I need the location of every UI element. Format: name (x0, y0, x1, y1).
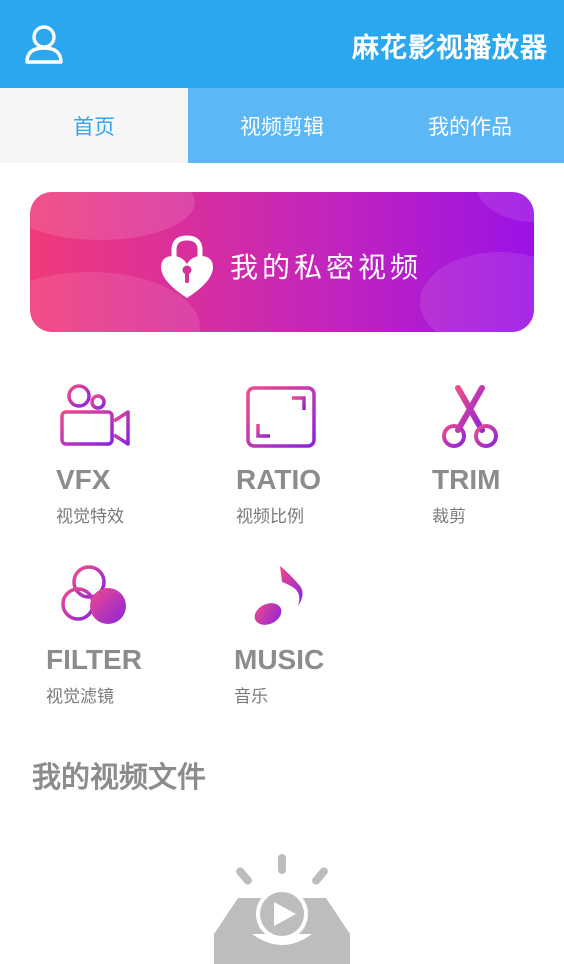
app-header: 麻花影视播放器 (0, 0, 564, 88)
color-filter-icon (61, 565, 126, 624)
tool-filter[interactable]: FILTER 视觉滤镜 (40, 560, 180, 710)
tool-filter-subtitle: 视觉滤镜 (46, 687, 114, 707)
empty-video-tray-icon (214, 854, 350, 964)
tool-ratio-title: RATIO (236, 464, 322, 495)
music-note-icon (254, 566, 303, 625)
app-title: 麻花影视播放器 (352, 33, 548, 64)
video-camera-icon (60, 384, 130, 446)
user-icon[interactable] (22, 22, 66, 66)
banner-label: 我的私密视频 (230, 251, 423, 284)
tool-vfx-title: VFX (56, 464, 111, 495)
tool-music-title: MUSIC (234, 644, 325, 675)
tool-trim-subtitle: 裁剪 (432, 507, 466, 527)
crop-frame-icon (246, 386, 316, 448)
tab-bar: 首页 视频剪辑 我的作品 (0, 88, 564, 163)
tab-video-edit[interactable]: 视频剪辑 (188, 88, 376, 163)
tab-my-works[interactable]: 我的作品 (376, 88, 564, 163)
tool-vfx[interactable]: VFX 视觉特效 (50, 380, 170, 530)
heart-lock-icon (161, 235, 213, 298)
tool-music[interactable]: MUSIC 音乐 (228, 560, 358, 710)
my-video-files-title: 我的视频文件 (32, 760, 207, 794)
tool-ratio-subtitle: 视频比例 (236, 507, 304, 527)
tool-filter-title: FILTER (46, 644, 142, 675)
tool-trim[interactable]: TRIM 裁剪 (426, 380, 536, 530)
scissors-icon (442, 385, 498, 448)
tool-trim-title: TRIM (432, 464, 501, 495)
tab-home[interactable]: 首页 (0, 88, 188, 163)
tool-vfx-subtitle: 视觉特效 (56, 507, 124, 527)
tool-music-subtitle: 音乐 (234, 687, 268, 707)
tool-ratio[interactable]: RATIO 视频比例 (230, 380, 360, 530)
